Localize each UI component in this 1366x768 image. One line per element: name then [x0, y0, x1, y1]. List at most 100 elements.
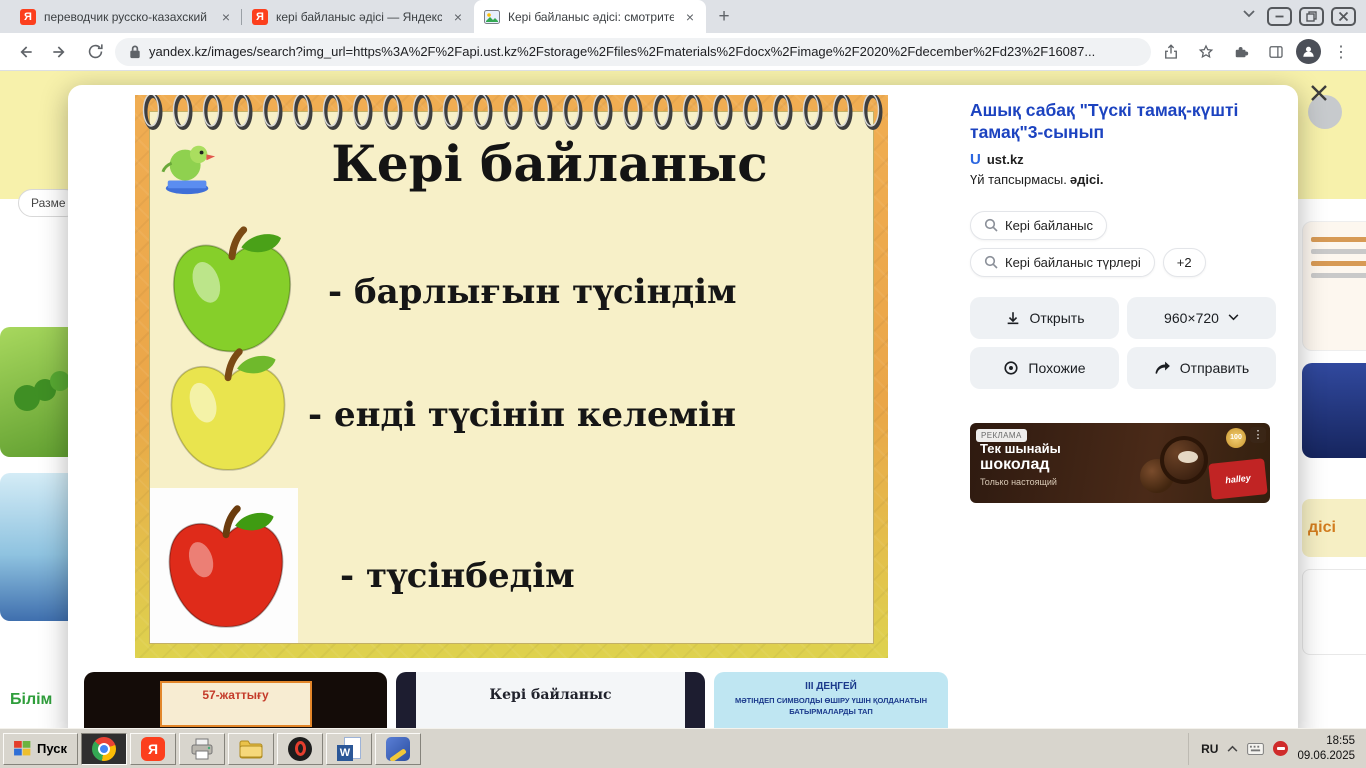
tab-title: Кері байланыс әдісі: смотрите и с — [508, 10, 674, 24]
taskbar-chrome-button[interactable] — [81, 733, 127, 765]
ad-badge: 100 — [1226, 428, 1246, 448]
tab-search-chevron-icon[interactable] — [1243, 5, 1255, 23]
red-apple-image — [158, 500, 294, 642]
yandex-browser-icon: Я — [141, 737, 165, 761]
green-apple-image — [158, 224, 306, 364]
thumbnail-text-line — [1311, 237, 1366, 242]
profile-avatar[interactable] — [1296, 39, 1321, 64]
keyboard-tray-icon[interactable] — [1247, 743, 1264, 755]
taskbar-explorer-button[interactable] — [228, 733, 274, 765]
ad-banner[interactable]: Тек шынайы шоколад Только настоящий hall… — [970, 423, 1270, 503]
thumbnail-caption: Кері байланыс — [396, 687, 705, 703]
image-viewer-panel: Кері байланыс - барлығын түсіндім — [68, 85, 1298, 728]
related-thumbnail[interactable]: Кері байланыс — [396, 672, 705, 728]
slide-text-did-not-understand: - түсінбедім — [340, 556, 575, 596]
bilim-logo-text: Білім — [10, 691, 52, 709]
antivirus-tray-icon[interactable] — [1273, 741, 1288, 756]
chip-label: Кері байланыс — [1005, 218, 1093, 233]
windows-logo-icon — [14, 741, 31, 756]
tab-search-results[interactable]: Я кері байланыс әдісі — Яндекс: наш × — [242, 0, 474, 33]
yellow-apple-image — [156, 346, 300, 482]
tray-expand-chevron-icon[interactable] — [1227, 745, 1238, 752]
taskbar-printer-button[interactable] — [179, 733, 225, 765]
system-tray: RU 18:55 09.06.2025 — [1188, 733, 1363, 765]
action-buttons-row-1: Открыть 960×720 — [970, 297, 1276, 339]
forward-button[interactable] — [45, 37, 75, 67]
similar-images-button[interactable]: Похожие — [970, 347, 1119, 389]
browser-menu-icon[interactable]: ⋮ — [1326, 37, 1356, 67]
related-images-strip: 57-жаттығу Кері байланыс ІІІ ДЕҢГЕЙ МӘТІ… — [84, 672, 952, 728]
size-select-button[interactable]: 960×720 — [1127, 297, 1276, 339]
similar-images-icon — [1003, 360, 1019, 376]
chip-label: +2 — [1177, 255, 1192, 270]
thumbnail-text-line — [1311, 249, 1366, 254]
description-bold-text: әдісі. — [1070, 172, 1104, 187]
send-arrow-icon — [1154, 360, 1171, 375]
app-icon — [386, 737, 410, 761]
slide-title: Кері байланыс — [242, 134, 857, 193]
browser-toolbar: yandex.kz/images/search?img_url=https%3A… — [0, 33, 1366, 71]
share-button[interactable]: Отправить — [1127, 347, 1276, 389]
tab-translator[interactable]: Я переводчик русско-казахский пере × — [10, 0, 242, 33]
tab-close-icon[interactable]: × — [450, 9, 466, 25]
more-queries-chip[interactable]: +2 — [1163, 248, 1206, 277]
taskbar-yandex-browser-button[interactable]: Я — [130, 733, 176, 765]
bookmark-star-icon[interactable] — [1191, 37, 1221, 67]
back-button[interactable] — [10, 37, 40, 67]
window-minimize-button[interactable] — [1267, 7, 1292, 26]
page-content: Разме Білім дісі — [0, 71, 1366, 728]
cream-graphic — [1178, 451, 1198, 463]
window-restore-button[interactable] — [1299, 7, 1324, 26]
close-viewer-button[interactable] — [1306, 80, 1332, 106]
related-query-chip[interactable]: Кері байланыс — [970, 211, 1107, 240]
button-label: Отправить — [1180, 360, 1249, 376]
product-package-graphic: halley — [1208, 458, 1267, 500]
reload-button[interactable] — [80, 37, 110, 67]
taskbar-clock[interactable]: 18:55 09.06.2025 — [1297, 734, 1355, 764]
thumbnail-text-line — [1311, 261, 1366, 266]
related-thumbnail[interactable]: 57-жаттығу — [84, 672, 387, 728]
background-thumbnail[interactable] — [1302, 221, 1366, 351]
description-text: Үй тапсырмасы. — [970, 172, 1067, 187]
lock-icon — [129, 44, 141, 59]
search-icon — [984, 255, 998, 269]
side-panel-icon[interactable] — [1261, 37, 1291, 67]
tab-close-icon[interactable]: × — [682, 9, 698, 25]
taskbar-word-button[interactable]: W — [326, 733, 372, 765]
image-info-panel: Ашық сабақ "Түскі тамақ-күшті тамақ"3-сы… — [954, 85, 1298, 728]
window-close-button[interactable] — [1331, 7, 1356, 26]
share-icon[interactable] — [1156, 37, 1186, 67]
preview-image[interactable]: Кері байланыс - барлығын түсіндім — [135, 95, 888, 658]
result-title-link[interactable]: Ашық сабақ "Түскі тамақ-күшті тамақ"3-сы… — [970, 99, 1276, 144]
tab-title: переводчик русско-казахский пере — [44, 10, 210, 24]
background-thumbnail[interactable]: дісі — [1302, 499, 1366, 557]
taskbar-app-button[interactable] — [375, 733, 421, 765]
ad-menu-icon[interactable]: ⋮ — [1250, 427, 1266, 443]
ad-text: Тек шынайы шоколад Только настоящий — [980, 441, 1061, 487]
yandex-favicon-icon: Я — [252, 9, 268, 25]
extensions-puzzle-icon[interactable] — [1226, 37, 1256, 67]
yandex-favicon-icon: Я — [20, 9, 36, 25]
background-thumbnail[interactable] — [1302, 363, 1366, 458]
related-query-chip[interactable]: Кері байланыс түрлері — [970, 248, 1155, 277]
printer-icon — [190, 738, 214, 760]
address-bar[interactable]: yandex.kz/images/search?img_url=https%3A… — [115, 38, 1151, 66]
window-controls — [1267, 7, 1356, 26]
source-site-link[interactable]: U ust.kz — [970, 152, 1276, 167]
related-query-chips: Кері байланыс Кері байланыс түрлері +2 — [970, 211, 1276, 277]
chrome-icon — [92, 737, 116, 761]
open-button[interactable]: Открыть — [970, 297, 1119, 339]
browser-tabstrip: Я переводчик русско-казахский пере × Я к… — [0, 0, 1366, 33]
related-thumbnail[interactable]: ІІІ ДЕҢГЕЙ МӘТІНДЕП СИМВОЛДЫ ӨШІРУ ҮШІН … — [714, 672, 948, 728]
taskbar-opera-button[interactable] — [277, 733, 323, 765]
ad-headline: шоколад — [980, 456, 1061, 474]
thumbnail-caption: ІІІ ДЕҢГЕЙ — [714, 681, 948, 692]
start-button[interactable]: Пуск — [3, 733, 78, 765]
tab-close-icon[interactable]: × — [218, 9, 234, 25]
tab-active-images[interactable]: Кері байланыс әдісі: смотрите и с × — [474, 0, 706, 33]
tab-title: кері байланыс әдісі — Яндекс: наш — [276, 10, 442, 24]
new-tab-button[interactable]: + — [710, 3, 738, 31]
background-thumbnail[interactable] — [1302, 569, 1366, 655]
spiral-binding-graphic — [138, 95, 885, 132]
language-indicator[interactable]: RU — [1201, 742, 1218, 756]
